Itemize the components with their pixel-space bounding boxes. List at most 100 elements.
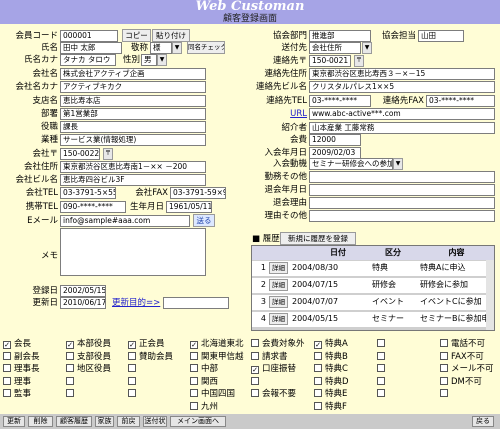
withdraw-date-field[interactable] xyxy=(309,184,495,196)
checkbox-地区役員[interactable]: 地区役員 xyxy=(66,364,111,375)
history-detail-button[interactable]: 詳細 xyxy=(269,262,288,274)
birth-field[interactable]: 1961/05/11 xyxy=(166,201,212,213)
history-detail-button[interactable]: 詳細 xyxy=(269,296,288,308)
checkbox-特典B[interactable]: 特典B xyxy=(314,351,348,363)
checkbox-副会長[interactable]: 副会長 xyxy=(3,351,40,363)
checkbox-請求書[interactable]: 請求書 xyxy=(251,351,288,363)
dept-field[interactable]: 第1営業部 xyxy=(60,108,206,120)
checkbox-特典E[interactable]: 特典E xyxy=(314,389,347,400)
company-address-field[interactable]: 東京都渋谷区恵比寿南1－×× －200 xyxy=(60,161,206,173)
checkbox-box[interactable] xyxy=(440,351,448,360)
industry-field[interactable]: サービス業(情報処理) xyxy=(60,134,206,146)
checkbox-box[interactable] xyxy=(128,376,136,385)
join-motive-dropdown-icon[interactable]: ▼ xyxy=(393,158,403,170)
assoc-dept-field[interactable]: 推進部 xyxy=(309,30,371,42)
company-tel-field[interactable]: 03-3791-5×55 xyxy=(60,187,116,199)
checkbox-box[interactable] xyxy=(377,364,385,372)
checkbox-blank[interactable] xyxy=(128,364,139,375)
updated-field[interactable]: 2010/06/17 xyxy=(60,297,106,309)
checkbox-支部役員[interactable]: 支部役員 xyxy=(66,351,111,363)
checkbox-中部[interactable]: 中部 xyxy=(190,364,218,375)
checkbox-関西[interactable]: 関西 xyxy=(190,376,218,388)
checkbox-box[interactable] xyxy=(377,339,385,347)
checkbox-特典A[interactable]: ✓ 特典A xyxy=(314,339,348,350)
join-motive-select[interactable]: セミナー研修会への参加 xyxy=(309,158,393,170)
checkbox-box[interactable] xyxy=(128,364,136,372)
checkbox-blank[interactable] xyxy=(440,389,451,400)
bottom-button-1[interactable]: 削除 xyxy=(28,416,53,427)
checkbox-監事[interactable]: 監事 xyxy=(3,389,31,400)
assoc-staff-field[interactable]: 山田 xyxy=(418,30,464,42)
checkbox-box[interactable] xyxy=(251,339,259,347)
contact-zip-lookup-icon[interactable]: 〒 xyxy=(354,55,364,67)
registered-field[interactable]: 2002/05/15 xyxy=(60,285,106,297)
paste-button[interactable]: 貼り付け xyxy=(152,29,190,42)
bottom-button-4[interactable]: 前戻 xyxy=(117,416,140,427)
checkbox-DM不可[interactable]: DM不可 xyxy=(440,376,482,388)
history-scrollbar[interactable] xyxy=(486,260,494,330)
new-history-button[interactable]: 新規に履歴を登録 xyxy=(280,232,356,245)
checkbox-box[interactable] xyxy=(190,351,198,360)
checkbox-box[interactable] xyxy=(66,364,74,372)
checkbox-box[interactable]: ✓ xyxy=(314,341,322,349)
url-link[interactable]: URL xyxy=(288,108,307,120)
checkbox-box[interactable]: ✓ xyxy=(66,341,74,349)
checkbox-box[interactable] xyxy=(66,351,74,360)
checkbox-特典C[interactable]: 特典C xyxy=(314,364,348,375)
checkbox-box[interactable] xyxy=(314,389,322,397)
contact-fax-field[interactable]: 03-****-**** xyxy=(426,95,495,107)
checkbox-box[interactable] xyxy=(314,364,322,372)
checkbox-賛助会員[interactable]: 賛助会員 xyxy=(128,351,173,363)
history-detail-button[interactable]: 詳細 xyxy=(269,313,288,325)
gender-select[interactable]: 男 xyxy=(141,54,157,66)
checkbox-blank[interactable] xyxy=(377,364,388,375)
duplicate-check-button[interactable]: 同名チェック xyxy=(187,41,225,54)
renew-purpose-link[interactable]: 更新目的=> xyxy=(112,297,160,309)
position-field[interactable]: 課長 xyxy=(60,121,206,133)
zip-lookup-icon[interactable]: 〒 xyxy=(103,148,113,160)
contact-tel-field[interactable]: 03-****-**** xyxy=(309,95,371,107)
title-dropdown-icon[interactable]: ▼ xyxy=(172,42,182,54)
checkbox-box[interactable] xyxy=(3,389,11,397)
checkbox-box[interactable]: ✓ xyxy=(3,341,11,349)
checkbox-北海道東北[interactable]: ✓ 北海道東北 xyxy=(190,339,244,350)
checkbox-会報不要[interactable]: 会報不要 xyxy=(251,389,296,400)
send-to-dropdown-icon[interactable]: ▼ xyxy=(362,42,372,54)
copy-button[interactable]: コピー xyxy=(122,29,151,42)
checkbox-box[interactable] xyxy=(440,376,448,385)
checkbox-box[interactable] xyxy=(377,376,385,385)
bottom-button-3[interactable]: 家族 xyxy=(95,416,114,427)
checkbox-FAX不可[interactable]: FAX不可 xyxy=(440,351,484,363)
bottom-button-2[interactable]: 顧客履歴 xyxy=(56,416,92,427)
checkbox-九州[interactable]: 九州 xyxy=(190,401,218,413)
checkbox-メール不可[interactable]: メール不可 xyxy=(440,364,494,375)
checkbox-口座振替[interactable]: ✓ 口座振替 xyxy=(251,364,296,375)
checkbox-box[interactable] xyxy=(377,351,385,360)
member-code-field[interactable]: 000001 xyxy=(60,30,118,42)
checkbox-box[interactable] xyxy=(314,401,322,410)
renew-purpose-field[interactable] xyxy=(163,297,229,309)
bottom-button-6[interactable]: メイン画面へ xyxy=(170,416,226,427)
reason-other-field[interactable] xyxy=(309,210,495,222)
bottom-button-0[interactable]: 更新 xyxy=(3,416,25,427)
checkbox-box[interactable] xyxy=(314,351,322,360)
checkbox-box[interactable] xyxy=(440,364,448,372)
referrer-field[interactable]: 山本産業 工藤常務 xyxy=(309,122,495,134)
checkbox-blank[interactable] xyxy=(128,389,139,400)
checkbox-box[interactable]: ✓ xyxy=(128,341,136,349)
contact-zip-field[interactable]: 150-0021 xyxy=(309,55,351,67)
checkbox-電話不可[interactable]: 電話不可 xyxy=(440,339,485,350)
email-field[interactable]: info@sample#aaa.com xyxy=(60,215,190,227)
checkbox-blank[interactable] xyxy=(66,376,77,388)
checkbox-関東甲信越[interactable]: 関東甲信越 xyxy=(190,351,244,363)
checkbox-理事長[interactable]: 理事長 xyxy=(3,364,40,375)
checkbox-box[interactable] xyxy=(3,376,11,385)
checkbox-blank[interactable] xyxy=(377,389,388,400)
kana-field[interactable]: タナカ タロウ xyxy=(60,54,116,66)
checkbox-box[interactable] xyxy=(66,376,74,385)
checkbox-box[interactable]: ✓ xyxy=(251,366,259,374)
checkbox-box[interactable] xyxy=(190,364,198,372)
checkbox-box[interactable] xyxy=(190,401,198,410)
checkbox-box[interactable] xyxy=(314,376,322,385)
checkbox-box[interactable] xyxy=(251,376,259,385)
